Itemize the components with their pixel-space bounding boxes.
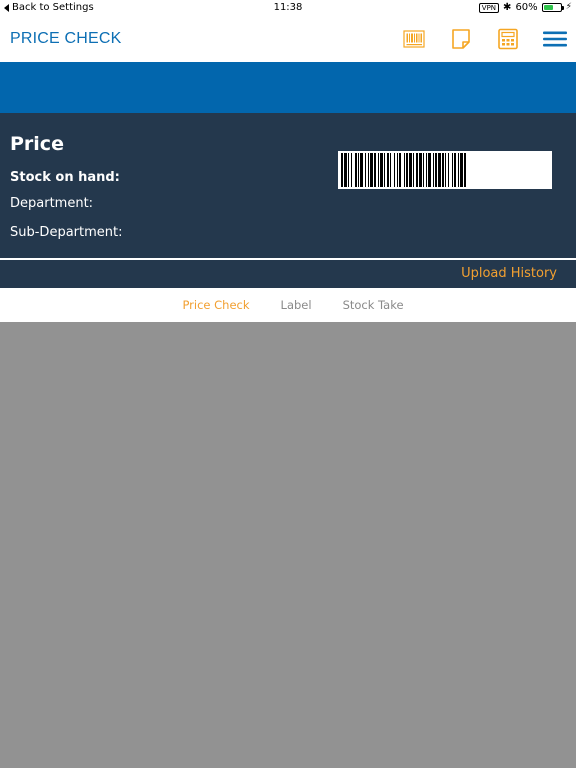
menu-icon[interactable] [543, 28, 567, 50]
sub-department-label: Sub-Department: [10, 225, 123, 240]
header-band [0, 62, 576, 113]
tab-stock-take[interactable]: Stock Take [343, 298, 404, 312]
stock-on-hand-label: Stock on hand: [10, 170, 120, 185]
battery-fill [543, 5, 554, 10]
vpn-badge: VPN [478, 2, 500, 13]
bluetooth-icon: ✱ [503, 1, 512, 13]
barcode-icon[interactable] [403, 28, 425, 50]
tab-bar: Price Check Label Stock Take [0, 288, 576, 322]
department-label: Department: [10, 196, 94, 211]
product-info-panel: Price Stock on hand: Department: Sub-Dep… [0, 113, 576, 260]
upload-history-bar: Upload History [0, 260, 576, 288]
battery-icon [541, 3, 564, 12]
tab-label[interactable]: Label [281, 298, 312, 312]
note-icon[interactable] [450, 28, 472, 50]
upload-history-link[interactable]: Upload History [461, 266, 557, 281]
page-title: PRICE CHECK [10, 30, 122, 47]
nav-bar: PRICE CHECK [0, 16, 576, 62]
calculator-icon[interactable] [497, 28, 519, 50]
status-bar: Back to Settings 11:38 VPN ✱ 60% ⚡ [0, 0, 576, 16]
battery-percent: 60% [515, 2, 538, 13]
content-area [0, 322, 576, 768]
product-barcode [338, 151, 552, 189]
price-label: Price [10, 133, 64, 155]
charging-bolt-icon: ⚡ [565, 2, 572, 12]
tab-price-check[interactable]: Price Check [182, 298, 249, 312]
